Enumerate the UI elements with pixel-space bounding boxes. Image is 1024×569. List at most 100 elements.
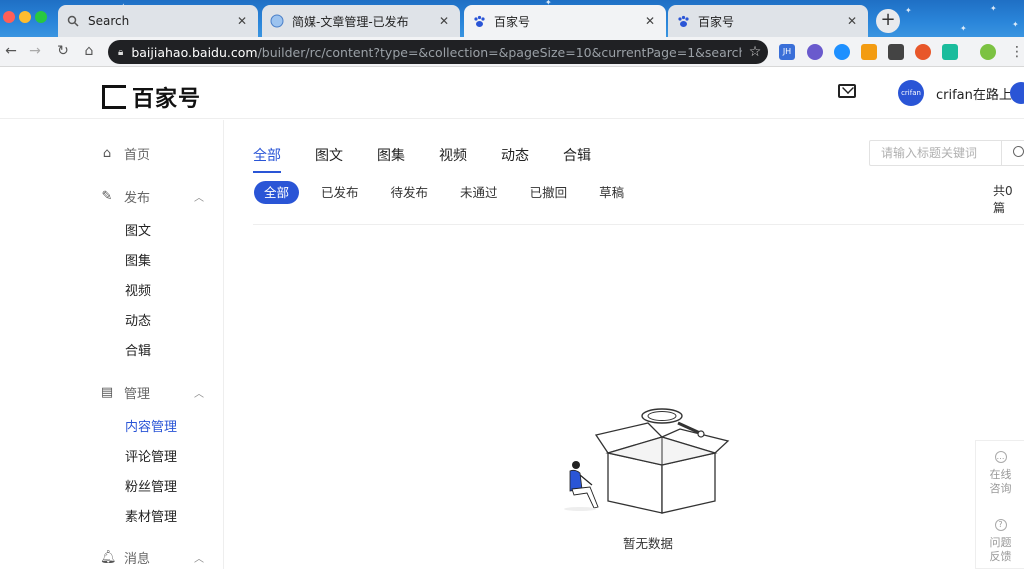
reload-icon[interactable]: ↻ (54, 42, 72, 60)
chevron-up-icon: ︿ (194, 389, 204, 400)
consult-line-2: 咨询 (989, 482, 1012, 495)
snow-decoration: ✦ (1012, 20, 1019, 29)
close-tab-icon[interactable]: ✕ (642, 14, 658, 28)
sidebar-item-dongtai[interactable]: 动态 (125, 310, 151, 329)
feedback-line-2: 反馈 (989, 550, 1012, 563)
consult-line-1: 在线 (989, 468, 1012, 481)
new-tab-button[interactable]: + (876, 9, 900, 33)
tab-title: 简媒-文章管理-已发布 (292, 14, 409, 29)
search-icon (66, 14, 80, 28)
tab-heji[interactable]: 合辑 (563, 145, 591, 171)
filter-rejected[interactable]: 未通过 (450, 181, 508, 204)
baidu-paw-icon (676, 14, 690, 28)
question-icon: ? (994, 519, 1007, 531)
browser-tab[interactable]: 简媒-文章管理-已发布 ✕ (262, 5, 460, 37)
sidebar-item-video[interactable]: 视频 (125, 280, 151, 299)
tab-all[interactable]: 全部 (253, 145, 281, 173)
username[interactable]: crifan在路上 (936, 84, 1012, 103)
bell-icon: 🔔︎ (100, 549, 117, 565)
browser-tab[interactable]: 百家号 ✕ (668, 5, 868, 37)
profile-icon[interactable] (980, 44, 996, 60)
filter-withdrawn[interactable]: 已撤回 (520, 181, 578, 204)
filter-pending[interactable]: 待发布 (381, 181, 439, 204)
tab-tuji[interactable]: 图集 (377, 145, 405, 171)
jianmei-icon (270, 14, 284, 28)
home-icon[interactable]: ⌂ (80, 42, 98, 60)
user-action-button[interactable] (1010, 82, 1024, 104)
extension-icon[interactable] (861, 44, 877, 60)
close-tab-icon[interactable]: ✕ (844, 14, 860, 28)
status-filters: 全部 已发布 待发布 未通过 已撤回 草稿 (254, 181, 646, 204)
tab-dongtai[interactable]: 动态 (501, 145, 529, 171)
qr-code-icon[interactable] (888, 44, 904, 60)
snow-decoration: ✦ (960, 24, 967, 33)
sidebar-item-material-manage[interactable]: 素材管理 (125, 506, 177, 525)
edit-icon: ✎ (101, 188, 113, 204)
document-icon: ▤ (100, 384, 114, 400)
menu-icon[interactable]: ⋮ (1008, 43, 1024, 61)
tab-title: 百家号 (698, 14, 735, 29)
react-devtools-icon[interactable] (834, 44, 850, 60)
feedback-button[interactable]: ? 问题 反馈 (976, 519, 1024, 564)
sidebar-section-publish[interactable]: ✎ 发布 ︿ (100, 187, 204, 206)
back-icon[interactable]: ← (2, 42, 20, 60)
close-tab-icon[interactable]: ✕ (234, 14, 250, 28)
home-icon: ⌂ (102, 145, 112, 161)
forward-icon[interactable]: → (26, 42, 44, 60)
content-type-tabs: 全部 图文 图集 视频 动态 合辑 (253, 145, 625, 173)
tab-tuwen[interactable]: 图文 (315, 145, 343, 171)
sidebar-section-manage[interactable]: ▤ 管理 ︿ (100, 383, 204, 402)
logo-mark-icon (102, 85, 126, 109)
filter-draft[interactable]: 草稿 (589, 181, 634, 204)
search-input[interactable] (870, 141, 1000, 165)
sidebar-item-fans-manage[interactable]: 粉丝管理 (125, 476, 177, 495)
sidebar-item-heji[interactable]: 合辑 (125, 340, 151, 359)
tab-title: 百家号 (494, 14, 531, 29)
browser-window: ✦ ✦ ✦ ✦ ✦ ✦ Search ✕ 简媒-文章管理-已发布 ✕ 百家号 (0, 0, 1024, 569)
extension-icon[interactable] (807, 44, 823, 60)
sidebar: ⌂ 首页 ✎ 发布 ︿ 图文 图集 视频 动态 合辑 ▤ 管理 ︿ 内容管理 评… (0, 120, 224, 569)
snow-decoration: ✦ (905, 6, 912, 15)
url-text: baijiahao.baidu.com/builder/rc/content?t… (131, 44, 742, 60)
chevron-up-icon: ︿ (194, 554, 204, 565)
search-icon[interactable] (1013, 146, 1024, 157)
address-bar[interactable]: 🔒︎ baijiahao.baidu.com/builder/rc/conten… (108, 40, 768, 64)
lock-icon: 🔒︎ (118, 46, 124, 58)
extension-icon[interactable] (942, 44, 958, 60)
tab-video[interactable]: 视频 (439, 145, 467, 171)
online-consult-button[interactable]: … 在线 咨询 (976, 451, 1024, 496)
chat-icon: … (994, 451, 1007, 463)
close-tab-icon[interactable]: ✕ (436, 14, 452, 28)
sidebar-section-messages[interactable]: 🔔︎ 消息 ︿ (100, 548, 204, 567)
snow-decoration: ✦ (990, 4, 997, 13)
baidu-paw-icon (472, 14, 486, 28)
empty-box-illustration (564, 408, 730, 514)
total-count: 共0篇 (993, 184, 1013, 215)
zoom-window-button[interactable] (35, 11, 47, 23)
sidebar-item-tuwen[interactable]: 图文 (125, 220, 151, 239)
filter-all[interactable]: 全部 (254, 181, 300, 204)
bookmark-star-icon[interactable]: ☆ (742, 44, 768, 60)
baijiahao-logo[interactable]: 百家号 (102, 81, 201, 113)
sidebar-section-label: 消息 (124, 552, 151, 567)
close-window-button[interactable] (3, 11, 15, 23)
sidebar-item-home[interactable]: ⌂ 首页 (100, 144, 150, 163)
sidebar-item-content-manage[interactable]: 内容管理 (125, 416, 177, 435)
floating-help-panel: … 在线 咨询 ? 问题 反馈 (975, 440, 1024, 569)
search-box (869, 140, 1024, 166)
empty-state-text: 暂无数据 (623, 536, 674, 551)
filter-published[interactable]: 已发布 (311, 181, 369, 204)
extension-icon[interactable] (915, 44, 931, 60)
extension-jh-icon[interactable]: JH (779, 44, 795, 60)
search-divider (1001, 141, 1002, 165)
browser-tab[interactable]: Search ✕ (58, 5, 258, 37)
sidebar-item-comment-manage[interactable]: 评论管理 (125, 446, 177, 465)
chevron-up-icon: ︿ (194, 193, 204, 204)
mail-icon[interactable] (838, 84, 856, 98)
tab-strip: ✦ ✦ ✦ ✦ ✦ ✦ Search ✕ 简媒-文章管理-已发布 ✕ 百家号 (0, 0, 1024, 37)
avatar[interactable]: crifan (898, 80, 924, 106)
sidebar-item-tuji[interactable]: 图集 (125, 250, 151, 269)
sidebar-section-label: 管理 (124, 387, 151, 402)
minimize-window-button[interactable] (19, 11, 31, 23)
browser-tab[interactable]: 百家号 ✕ (464, 5, 666, 37)
